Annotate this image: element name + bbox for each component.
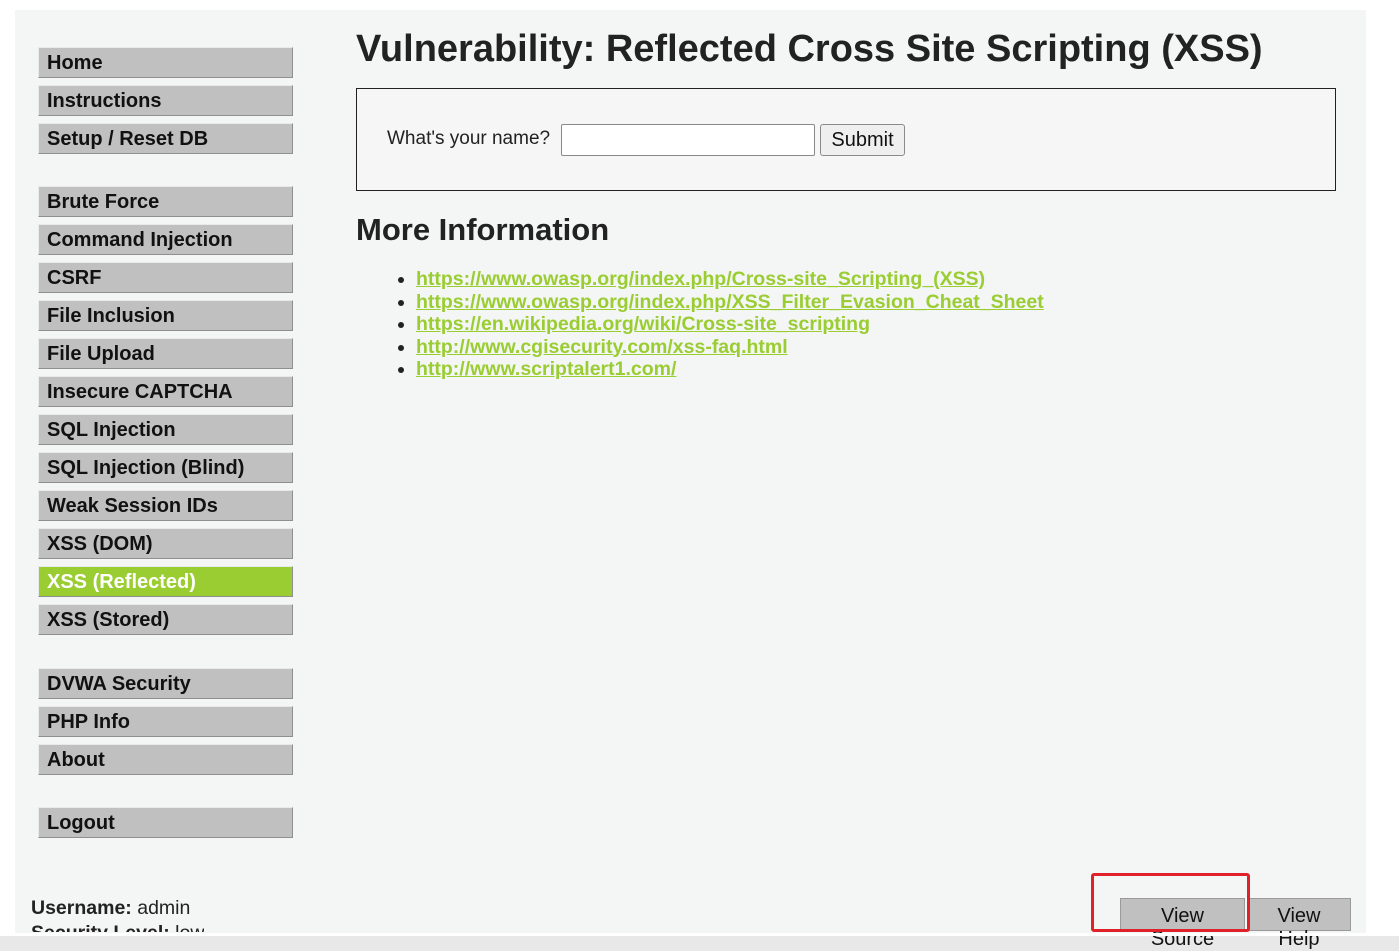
- reference-link[interactable]: https://www.owasp.org/index.php/XSS_Filt…: [416, 291, 1044, 313]
- menu-item-xss-dom[interactable]: XSS (DOM): [38, 528, 293, 559]
- username-label: Username:: [31, 897, 132, 919]
- name-input[interactable]: [561, 124, 815, 156]
- username-value: admin: [137, 897, 191, 919]
- security-level-value: low: [175, 922, 204, 932]
- menu-item-sql-injection[interactable]: SQL Injection: [38, 414, 293, 445]
- submit-button[interactable]: Submit: [820, 124, 905, 156]
- view-help-button[interactable]: View Help: [1247, 898, 1351, 950]
- menu-item-php-info[interactable]: PHP Info: [38, 706, 293, 737]
- top-border: [0, 0, 1399, 10]
- name-label: What's your name?: [387, 128, 551, 149]
- menu-item-instructions[interactable]: Instructions: [38, 85, 293, 116]
- menu-item-weak-session-ids[interactable]: Weak Session IDs: [38, 490, 293, 521]
- menu-item-dvwa-security[interactable]: DVWA Security: [38, 668, 293, 699]
- right-border: [1366, 10, 1399, 936]
- menu-item-about[interactable]: About: [38, 744, 293, 775]
- menu-item-file-inclusion[interactable]: File Inclusion: [38, 300, 293, 331]
- list-item: http://www.cgisecurity.com/xss-faq.html: [416, 336, 1044, 359]
- menu-item-xss-stored[interactable]: XSS (Stored): [38, 604, 293, 635]
- list-item: http://www.scriptalert1.com/: [416, 358, 1044, 381]
- list-item: https://www.owasp.org/index.php/Cross-si…: [416, 268, 1044, 291]
- menu-item-home[interactable]: Home: [38, 47, 293, 78]
- reference-link[interactable]: http://www.scriptalert1.com/: [416, 358, 676, 380]
- page-title: Vulnerability: Reflected Cross Site Scri…: [356, 28, 1263, 70]
- annotation-highlight-box: [1091, 873, 1250, 932]
- menu-group-vulnerabilities: Brute Force Command Injection CSRF File Inc…: [38, 186, 293, 642]
- reference-link[interactable]: http://www.cgisecurity.com/xss-faq.html: [416, 336, 788, 358]
- menu-item-brute-force[interactable]: Brute Force: [38, 186, 293, 217]
- username-info: Username: admin: [31, 897, 190, 920]
- menu-item-logout[interactable]: Logout: [38, 807, 293, 838]
- security-level-label: Security Level:: [31, 922, 170, 932]
- list-item: https://en.wikipedia.org/wiki/Cross-site…: [416, 313, 1044, 336]
- menu-group-main: Home Instructions Setup / Reset DB: [38, 47, 293, 161]
- reference-link[interactable]: https://www.owasp.org/index.php/Cross-si…: [416, 268, 985, 290]
- menu-item-csrf[interactable]: CSRF: [38, 262, 293, 293]
- xss-form-box: What's your name? Submit: [356, 88, 1336, 191]
- menu-group-settings: DVWA Security PHP Info About: [38, 668, 293, 782]
- menu-item-command-injection[interactable]: Command Injection: [38, 224, 293, 255]
- menu-group-logout: Logout: [38, 807, 293, 845]
- menu-item-file-upload[interactable]: File Upload: [38, 338, 293, 369]
- menu-item-insecure-captcha[interactable]: Insecure CAPTCHA: [38, 376, 293, 407]
- menu-item-sql-injection-blind[interactable]: SQL Injection (Blind): [38, 452, 293, 483]
- security-level-info: Security Level: low: [31, 922, 204, 932]
- reference-link[interactable]: https://en.wikipedia.org/wiki/Cross-site…: [416, 313, 870, 335]
- more-information-heading: More Information: [356, 212, 610, 247]
- left-border: [0, 10, 15, 936]
- menu-item-xss-reflected[interactable]: XSS (Reflected): [38, 566, 293, 597]
- list-item: https://www.owasp.org/index.php/XSS_Filt…: [416, 291, 1044, 314]
- menu-item-setup-reset-db[interactable]: Setup / Reset DB: [38, 123, 293, 154]
- more-information-links: https://www.owasp.org/index.php/Cross-si…: [396, 268, 1044, 381]
